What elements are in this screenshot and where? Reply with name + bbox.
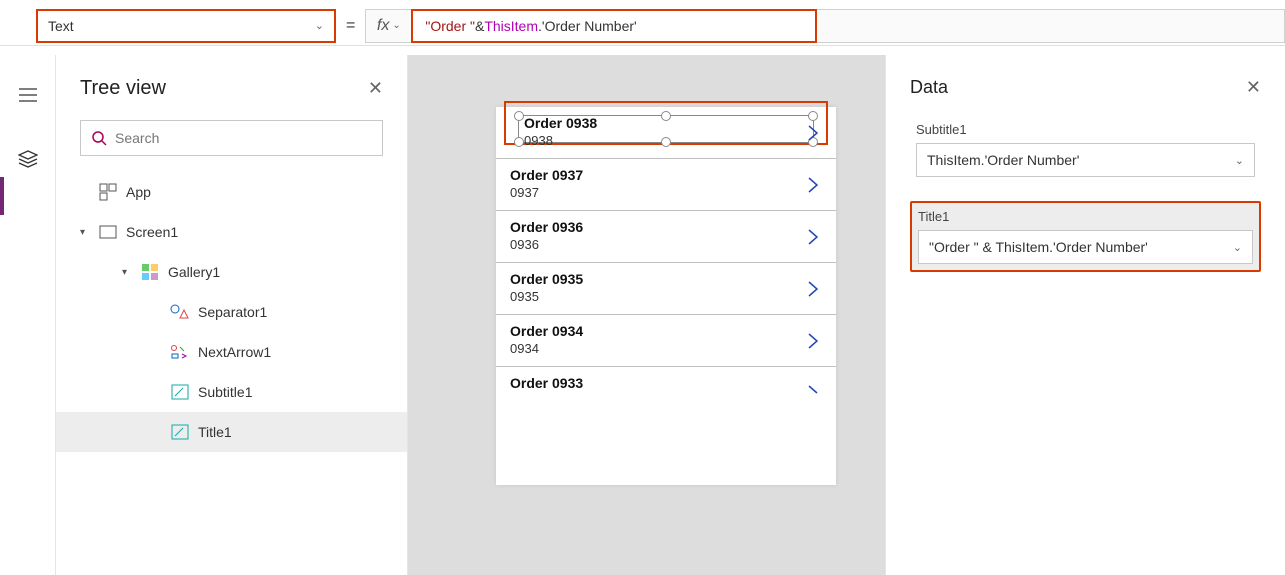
gallery-item[interactable]: Order 0933 [496,367,836,407]
caret-icon: ▾ [122,267,132,278]
chevron-right-icon[interactable] [806,331,820,351]
property-selector-label: Text [48,18,74,34]
gallery-item-title: Order 0935 [510,271,822,287]
screen-icon [98,222,118,242]
formula-token-string: "Order " [425,18,475,34]
formula-token-identifier: ThisItem [484,18,538,34]
fx-label: fx [377,17,389,35]
gallery-item[interactable]: Order 0936 0936 [496,211,836,263]
tree-view-panel: Tree view ✕ Search App ▾ Screen1 ▾ Galle… [56,55,408,575]
chevron-down-icon: ⌄ [1233,241,1242,254]
formula-bar-tail [817,9,1285,43]
left-rail [0,55,56,575]
chevron-right-icon[interactable] [806,227,820,247]
gallery-item-title: Order 0937 [510,167,822,183]
search-icon [91,130,107,146]
search-placeholder: Search [115,130,159,146]
tree-view-title: Tree view [80,77,166,100]
rail-selection-indicator [0,177,4,215]
chevron-down-icon: ⌄ [1235,154,1244,167]
field-label: Subtitle1 [916,122,1255,137]
gallery-item-subtitle: 0938 [510,133,822,148]
tree-close-button[interactable]: ✕ [368,78,383,99]
chevron-right-icon[interactable] [806,383,820,403]
formula-input[interactable]: "Order " & ThisItem.'Order Number' [411,9,817,43]
gallery-item-subtitle: 0934 [510,341,822,356]
tree-item-screen[interactable]: ▾ Screen1 [56,212,407,252]
gallery-item-title: Order 0933 [510,375,822,391]
app-icon [98,182,118,202]
gallery-item[interactable]: Order 0934 0934 [496,315,836,367]
data-field-title: Title1 "Order " & ThisItem.'Order Number… [910,201,1261,272]
gallery-item[interactable]: Order 0937 0937 [496,159,836,211]
gallery-item[interactable]: Order 0938 0938 [496,107,836,159]
tree-item-gallery[interactable]: ▾ Gallery1 [56,252,407,292]
property-selector[interactable]: Text ⌄ [36,9,336,43]
tree-item-label: NextArrow1 [198,344,271,360]
gallery-item-subtitle: 0935 [510,289,822,304]
chevron-right-icon[interactable] [806,123,820,143]
chevron-down-icon: ⌄ [392,20,400,31]
tree-item-label: Title1 [198,424,232,440]
data-panel: Data ✕ Subtitle1 ThisItem.'Order Number'… [885,55,1285,575]
search-input[interactable]: Search [80,120,383,156]
tree-item-subtitle[interactable]: Subtitle1 [56,372,407,412]
gallery-item-title: Order 0934 [510,323,822,339]
gallery-item-subtitle: 0937 [510,185,822,200]
data-panel-title: Data [910,77,948,98]
layers-icon [18,150,38,168]
hamburger-button[interactable] [8,81,48,109]
tree-item-nextarrow[interactable]: NextArrow1 [56,332,407,372]
gallery-item-title: Order 0936 [510,219,822,235]
tree-item-label: Gallery1 [168,264,220,280]
field-value-dropdown[interactable]: ThisItem.'Order Number' ⌄ [916,143,1255,177]
data-field-subtitle: Subtitle1 ThisItem.'Order Number' ⌄ [910,116,1261,183]
caret-icon: ▾ [80,227,90,238]
equals-sign: = [346,17,355,35]
gallery-item[interactable]: Order 0935 0935 [496,263,836,315]
separator-icon [170,302,190,322]
label-icon [170,382,190,402]
phone-screen[interactable]: Order 0938 0938 Order 0937 0937 Order 09… [496,107,836,485]
hamburger-icon [19,88,37,102]
tree-item-separator[interactable]: Separator1 [56,292,407,332]
fx-button[interactable]: fx⌄ [365,9,411,43]
nextarrow-icon [170,342,190,362]
tree-list: App ▾ Screen1 ▾ Gallery1 Separator1 Next… [56,172,407,452]
tree-item-label: Separator1 [198,304,267,320]
tree-item-label: Subtitle1 [198,384,252,400]
field-value-text: "Order " & ThisItem.'Order Number' [929,239,1148,255]
tree-view-button[interactable] [8,145,48,173]
tree-item-title[interactable]: Title1 [56,412,407,452]
tree-item-label: App [126,184,151,200]
chevron-right-icon[interactable] [806,175,820,195]
chevron-down-icon: ⌄ [315,19,324,32]
field-value-text: ThisItem.'Order Number' [927,152,1079,168]
formula-token-field: 'Order Number' [542,18,637,34]
gallery-item-subtitle: 0936 [510,237,822,252]
chevron-right-icon[interactable] [806,279,820,299]
canvas-area[interactable]: Order 0938 0938 Order 0937 0937 Order 09… [408,55,885,575]
field-label: Title1 [918,209,1253,224]
label-icon [170,422,190,442]
formula-token-operator: & [475,18,484,34]
data-close-button[interactable]: ✕ [1246,77,1261,98]
tree-item-app[interactable]: App [56,172,407,212]
gallery-icon [140,262,160,282]
field-value-dropdown[interactable]: "Order " & ThisItem.'Order Number' ⌄ [918,230,1253,264]
tree-item-label: Screen1 [126,224,178,240]
formula-bar: Text ⌄ = fx⌄ "Order " & ThisItem.'Order … [0,6,1285,46]
gallery-item-title: Order 0938 [510,115,822,131]
